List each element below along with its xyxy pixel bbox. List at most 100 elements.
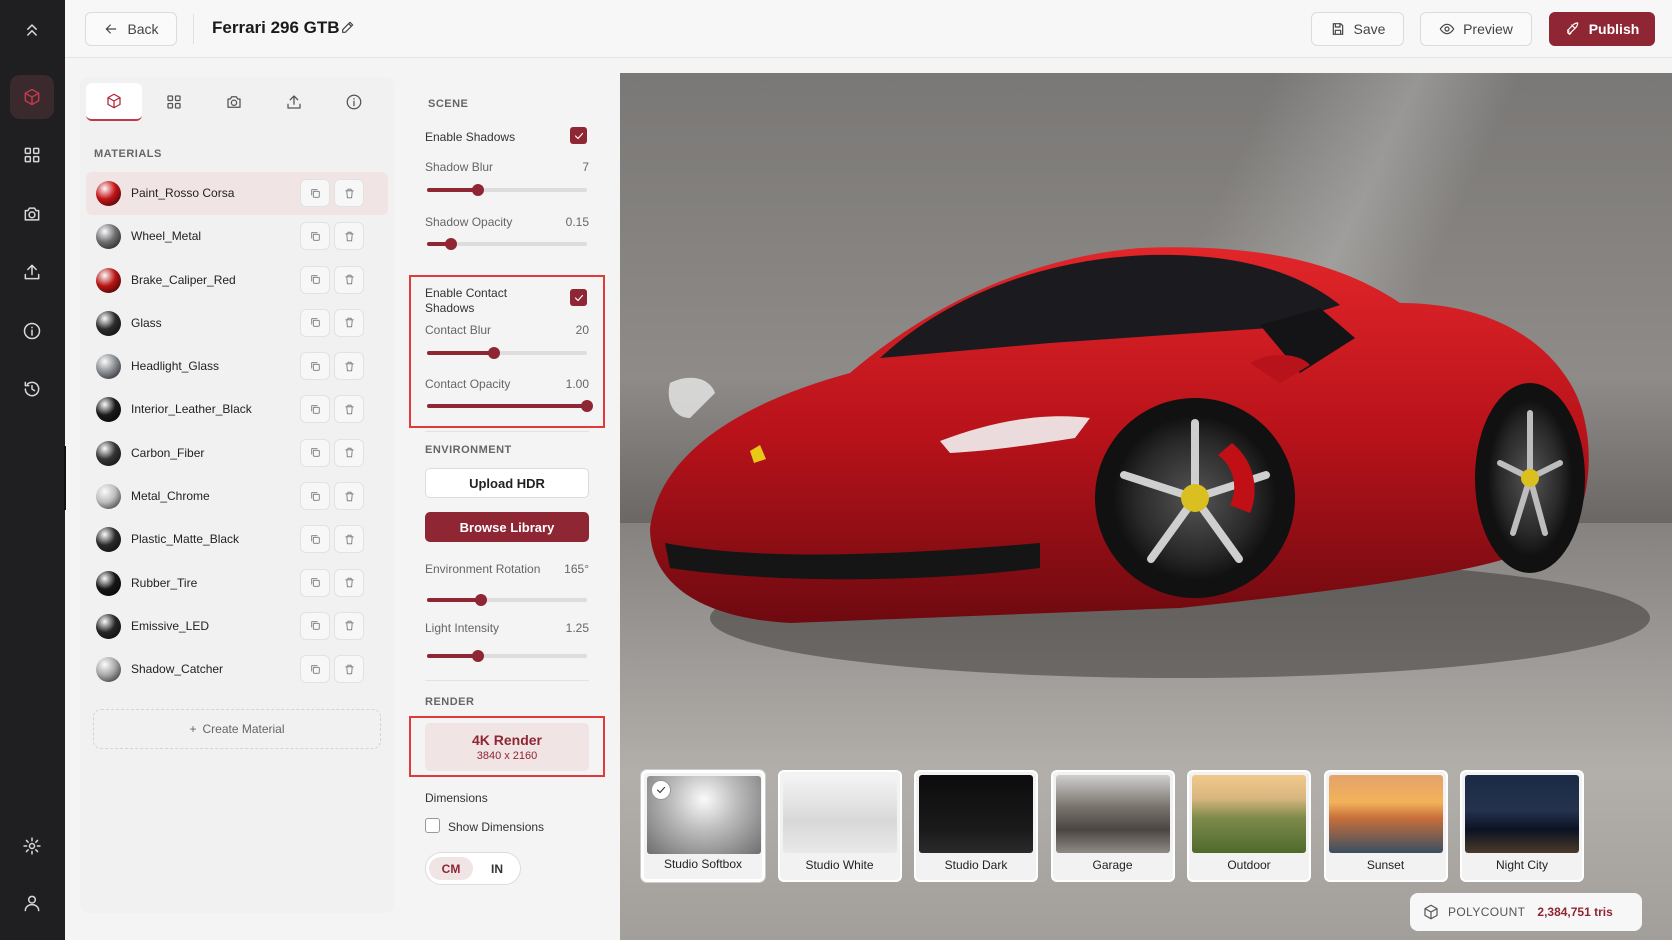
material-row[interactable]: Headlight_Glass [86, 345, 388, 388]
duplicate-material-button[interactable] [300, 525, 330, 554]
slider-handle[interactable] [581, 400, 593, 412]
rail-settings-button[interactable] [10, 824, 54, 868]
trash-icon [344, 534, 354, 545]
rail-models-button[interactable] [10, 75, 54, 119]
duplicate-material-button[interactable] [300, 611, 330, 640]
slider-handle[interactable] [472, 184, 485, 196]
env-preset-card[interactable]: Studio Dark [914, 770, 1038, 882]
duplicate-material-button[interactable] [300, 395, 330, 424]
create-material-button[interactable]: + Create Material [93, 709, 381, 749]
enable-shadows-label: Enable Shadows [425, 130, 516, 144]
duplicate-material-button[interactable] [300, 655, 330, 684]
tab-materials[interactable] [86, 83, 142, 121]
material-row[interactable]: Rubber_Tire [86, 562, 388, 605]
plus-icon: + [189, 722, 197, 736]
slider-handle[interactable] [445, 238, 457, 250]
contact-blur-value: 20 [575, 323, 589, 337]
duplicate-material-button[interactable] [300, 482, 330, 511]
unit-cm-button[interactable]: CM [429, 857, 473, 880]
delete-material-button[interactable] [334, 482, 364, 511]
3d-viewport[interactable]: Studio Softbox Studio White Studio Dark Gar… [620, 73, 1672, 940]
tab-grid[interactable] [146, 83, 202, 121]
material-row[interactable]: Metal_Chrome [86, 475, 388, 518]
trash-icon [344, 621, 354, 631]
env-preset-card[interactable]: Night City [1460, 770, 1584, 882]
rail-upload-button[interactable] [10, 250, 54, 294]
shadow-blur-slider[interactable] [427, 184, 587, 196]
env-rotation-slider[interactable] [427, 594, 587, 606]
material-row[interactable]: Paint_Rosso Corsa [86, 172, 388, 216]
tab-info[interactable] [326, 83, 382, 121]
shadow-opacity-slider[interactable] [427, 238, 587, 250]
contact-opacity-slider[interactable] [427, 400, 593, 412]
delete-material-button[interactable] [334, 568, 364, 597]
material-swatch [96, 181, 121, 206]
collapse-icon[interactable] [10, 8, 54, 52]
pencil-icon [342, 21, 354, 33]
env-preset-card[interactable]: Studio Softbox [641, 770, 765, 882]
material-row[interactable]: Brake_Caliper_Red [86, 259, 388, 302]
delete-material-button[interactable] [334, 222, 364, 251]
rail-camera-button[interactable] [10, 192, 54, 236]
env-preset-card[interactable]: Sunset [1323, 770, 1448, 882]
rail-history-button[interactable] [10, 367, 54, 411]
light-intensity-slider[interactable] [427, 650, 587, 662]
upload-hdr-button[interactable]: Upload HDR [425, 468, 589, 498]
enable-contact-shadows-checkbox[interactable] [570, 289, 587, 306]
delete-material-button[interactable] [334, 265, 364, 294]
slider-handle[interactable] [472, 650, 485, 662]
show-dimensions-checkbox[interactable] [425, 818, 440, 833]
duplicate-material-button[interactable] [300, 265, 330, 294]
delete-material-button[interactable] [334, 438, 364, 467]
env-rotation-value: 165° [564, 562, 589, 576]
camera-icon [24, 207, 40, 221]
edit-title-button[interactable] [340, 19, 358, 37]
material-swatch [96, 527, 121, 553]
material-row[interactable]: Shadow_Catcher [86, 648, 388, 691]
duplicate-material-button[interactable] [300, 308, 330, 337]
delete-material-button[interactable] [334, 611, 364, 640]
save-button[interactable]: Save [1311, 12, 1404, 46]
publish-button[interactable]: Publish [1549, 12, 1655, 46]
delete-material-button[interactable] [334, 308, 364, 337]
contact-blur-slider[interactable] [427, 347, 587, 359]
delete-material-button[interactable] [334, 525, 364, 554]
duplicate-material-button[interactable] [300, 438, 330, 467]
material-row[interactable]: Carbon_Fiber [86, 432, 388, 475]
render-title: 4K Render [471, 732, 543, 748]
rail-grid-button[interactable] [10, 133, 54, 177]
material-row[interactable]: Emissive_LED [86, 605, 388, 648]
light-intensity-value: 1.25 [565, 621, 589, 635]
delete-material-button[interactable] [334, 352, 364, 381]
material-row[interactable]: Wheel_Metal [86, 215, 388, 258]
material-swatch [96, 354, 121, 380]
preview-button[interactable]: Preview [1420, 12, 1532, 46]
tab-camera[interactable] [206, 83, 262, 121]
material-row[interactable]: Interior_Leather_Black [86, 388, 388, 431]
enable-shadows-checkbox[interactable] [570, 127, 587, 144]
duplicate-material-button[interactable] [300, 222, 330, 251]
delete-material-button[interactable] [334, 395, 364, 424]
duplicate-material-button[interactable] [300, 352, 330, 381]
publish-label: Publish [1588, 21, 1640, 37]
unit-in-button[interactable]: IN [475, 857, 519, 880]
rail-info-button[interactable] [10, 309, 54, 353]
rail-user-button[interactable] [10, 881, 54, 925]
back-button[interactable]: Back [85, 12, 177, 46]
duplicate-material-button[interactable] [300, 179, 330, 207]
tab-upload[interactable] [266, 83, 322, 121]
browse-library-button[interactable]: Browse Library [425, 512, 589, 542]
render-4k-option[interactable]: 4K Render 3840 x 2160 [425, 723, 589, 771]
env-preset-card[interactable]: Outdoor [1187, 770, 1311, 882]
env-preset-card[interactable]: Studio White [777, 770, 902, 882]
enable-contact-shadows-label: Enable Contact Shadows [425, 286, 508, 315]
env-thumbnail [782, 775, 897, 853]
material-row[interactable]: Plastic_Matte_Black [86, 518, 388, 561]
delete-material-button[interactable] [334, 655, 364, 684]
shadow-blur-label: Shadow Blur [425, 160, 494, 174]
env-preset-card[interactable]: Garage [1050, 770, 1175, 882]
slider-handle[interactable] [475, 594, 488, 606]
delete-material-button[interactable] [334, 179, 364, 207]
material-row[interactable]: Glass [86, 302, 388, 345]
duplicate-material-button[interactable] [300, 568, 330, 597]
